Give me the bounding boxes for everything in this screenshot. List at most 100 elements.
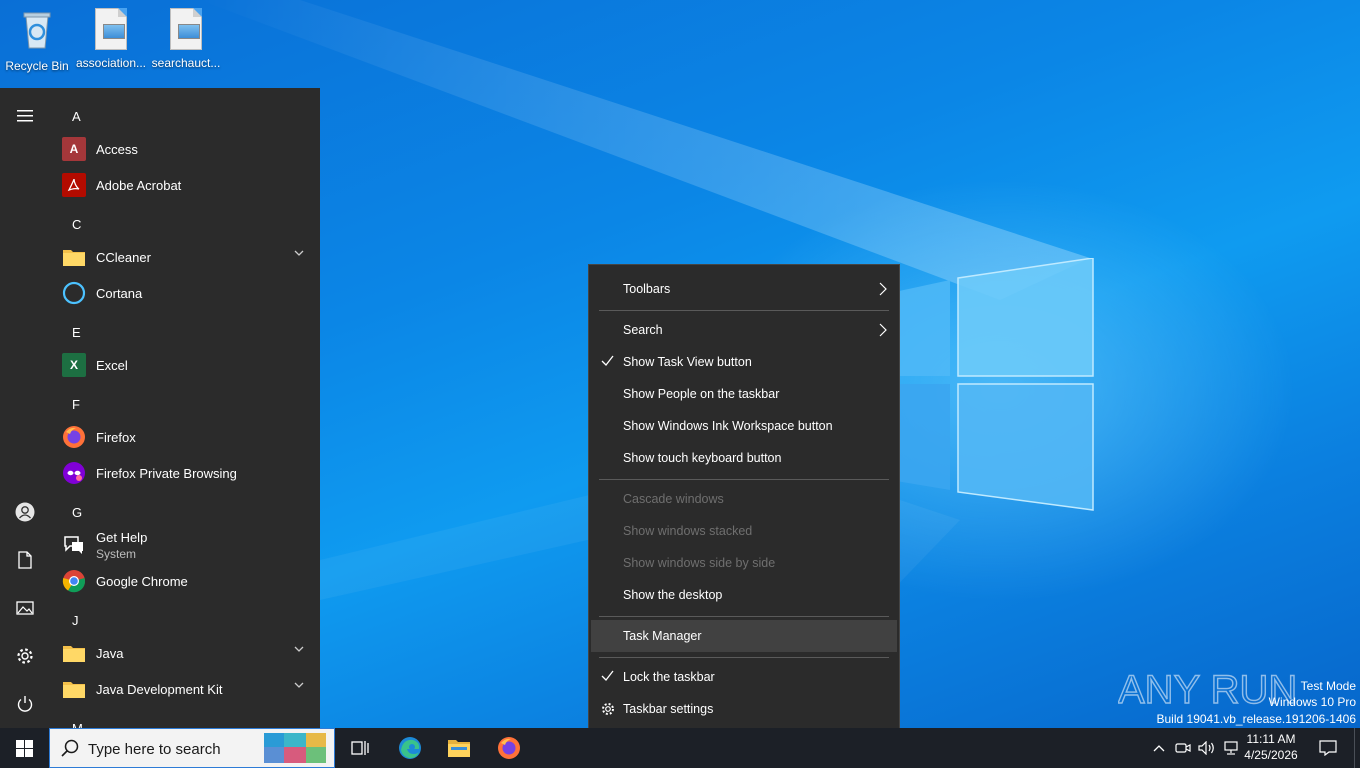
menu-item-lock-the-taskbar[interactable]: Lock the taskbar <box>591 661 897 693</box>
menu-item-taskbar-settings[interactable]: Taskbar settings <box>591 693 897 725</box>
folder-icon <box>62 641 86 665</box>
start-menu: A A Access Adobe Acrobat C CCleaner Cort… <box>0 88 320 728</box>
tray-meet-now[interactable] <box>1172 728 1194 768</box>
menu-item-show-the-desktop[interactable]: Show the desktop <box>591 579 897 611</box>
user-icon <box>15 502 35 522</box>
edge-icon <box>399 737 421 759</box>
app-ccleaner-folder[interactable]: CCleaner <box>62 240 312 274</box>
taskbar-clock[interactable]: 11:11 AM 4/25/2026 <box>1238 731 1304 763</box>
menu-item-show-touch-keyboard[interactable]: Show touch keyboard button <box>591 442 897 474</box>
documents-button[interactable] <box>0 540 50 580</box>
app-google-chrome[interactable]: Google Chrome <box>62 564 312 598</box>
menu-item-show-ink-workspace[interactable]: Show Windows Ink Workspace button <box>591 410 897 442</box>
app-label: Java Development Kit <box>96 681 223 697</box>
menu-item-search[interactable]: Search <box>591 314 897 346</box>
menu-item-show-windows-side-by-side: Show windows side by side <box>623 556 776 570</box>
group-header-g[interactable]: G <box>72 505 82 520</box>
app-label: Cortana <box>96 285 143 301</box>
menu-item-cascade-windows: Cascade windows <box>623 492 724 506</box>
group-header-m[interactable]: M <box>72 721 83 728</box>
watermark-edition: Windows 10 Pro <box>1268 695 1356 709</box>
checkmark-icon <box>601 670 614 681</box>
power-button[interactable] <box>0 684 50 724</box>
taskbar-firefox[interactable] <box>485 728 533 768</box>
settings-icon <box>17 648 33 664</box>
pictures-button[interactable] <box>0 588 50 628</box>
group-header-f[interactable]: F <box>72 397 80 412</box>
group-header-j[interactable]: J <box>72 613 79 628</box>
taskbar-context-menu: Toolbars Search Show Task View button Sh… <box>588 264 900 732</box>
app-java-folder[interactable]: Java <box>62 636 312 670</box>
search-icon <box>61 739 79 757</box>
menu-item-show-people[interactable]: Show People on the taskbar <box>591 378 897 410</box>
show-desktop-button[interactable] <box>1354 728 1360 768</box>
firefox-icon <box>498 737 520 759</box>
menu-separator <box>599 657 889 658</box>
show-hidden-icons-button[interactable] <box>1148 728 1170 768</box>
cortana-icon <box>62 281 86 305</box>
start-button[interactable] <box>0 728 48 768</box>
file-explorer-icon <box>448 740 470 757</box>
taskbar-edge[interactable] <box>386 728 434 768</box>
chevron-right-icon <box>879 323 887 337</box>
app-excel[interactable]: X Excel <box>62 348 312 382</box>
taskbar: Type here to search 11:11 AM 4/25/2026 <box>0 728 1360 768</box>
task-view-button[interactable] <box>336 728 384 768</box>
tray-volume[interactable] <box>1196 728 1218 768</box>
app-label: Firefox <box>96 429 136 445</box>
notification-icon <box>1319 740 1337 756</box>
chevron-down-icon <box>294 646 304 652</box>
group-header-e[interactable]: E <box>72 325 81 340</box>
app-access[interactable]: A Access <box>62 132 312 166</box>
power-icon <box>17 696 33 712</box>
desktop-icon-recycle-bin[interactable]: Recycle Bin <box>1 6 73 73</box>
windows-wallpaper-logo <box>890 258 1094 511</box>
action-center-button[interactable] <box>1312 728 1344 768</box>
meet-now-icon <box>1175 743 1191 753</box>
excel-icon: X <box>62 353 86 377</box>
folder-icon <box>62 245 86 269</box>
app-firefox[interactable]: Firefox <box>62 420 312 454</box>
desktop-icon-label: searchauct... <box>151 56 221 70</box>
menu-item-show-task-view-button[interactable]: Show Task View button <box>591 346 897 378</box>
app-java-development-kit-folder[interactable]: Java Development Kit <box>62 672 312 706</box>
recycle-bin-icon <box>23 12 51 49</box>
taskbar-file-explorer[interactable] <box>435 728 483 768</box>
group-header-a[interactable]: A <box>72 109 81 124</box>
menu-separator <box>599 479 889 480</box>
chevron-right-icon <box>879 282 887 296</box>
firefox-icon <box>62 425 86 449</box>
menu-separator <box>599 310 889 311</box>
network-icon <box>1224 741 1238 755</box>
menu-item-toolbars[interactable]: Toolbars <box>591 273 897 305</box>
app-sublabel: System <box>96 546 137 561</box>
access-icon: A <box>62 137 86 161</box>
desktop-icon-searchauct-file[interactable]: searchauct... <box>150 6 222 70</box>
search-placeholder: Type here to search <box>88 741 221 758</box>
hamburger-icon <box>17 110 33 122</box>
settings-button[interactable] <box>0 636 50 676</box>
volume-icon <box>1198 741 1214 755</box>
menu-item-task-manager[interactable]: Task Manager <box>591 620 897 652</box>
desktop-icon-label: association... <box>75 56 147 70</box>
taskbar-search-box[interactable]: Type here to search <box>49 728 335 768</box>
chevron-up-icon <box>1153 745 1165 752</box>
get-help-icon <box>62 533 86 557</box>
clock-date: 4/25/2026 <box>1244 748 1298 762</box>
pictures-icon <box>16 601 34 615</box>
start-menu-app-list: A A Access Adobe Acrobat C CCleaner Cort… <box>50 88 320 728</box>
user-account-button[interactable] <box>0 492 50 532</box>
documents-icon <box>18 551 32 569</box>
expand-menu-button[interactable] <box>0 96 50 136</box>
app-firefox-private-browsing[interactable]: Firefox Private Browsing <box>62 456 312 490</box>
app-label: Google Chrome <box>96 573 188 589</box>
app-cortana[interactable]: Cortana <box>62 276 312 310</box>
windows-start-icon <box>15 739 33 757</box>
chrome-icon <box>62 569 86 593</box>
app-label: Get Help <box>96 529 148 545</box>
checkmark-icon <box>601 355 614 366</box>
desktop-icon-association-file[interactable]: association... <box>75 6 147 70</box>
group-header-c[interactable]: C <box>72 217 81 232</box>
app-get-help[interactable]: Get Help System <box>62 528 312 562</box>
app-adobe-acrobat[interactable]: Adobe Acrobat <box>62 168 312 202</box>
